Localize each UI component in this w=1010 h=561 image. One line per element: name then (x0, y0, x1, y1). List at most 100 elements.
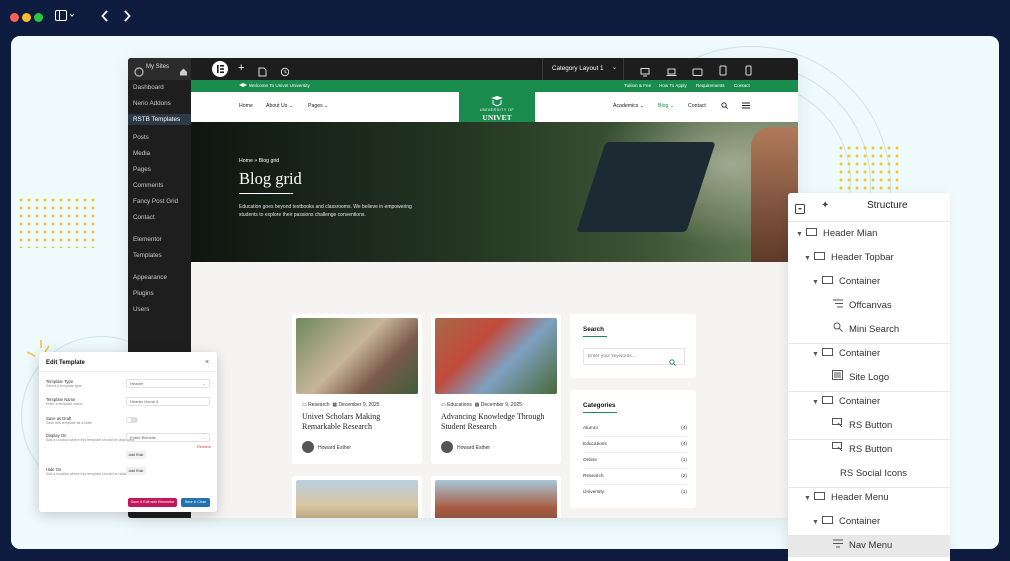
site-logo[interactable]: UNIVERSITY OF UNIVET (459, 80, 535, 122)
structure-item[interactable]: ▼ Container (812, 271, 880, 293)
save-edit-elementor-button[interactable]: Save & Edit with Elementor (128, 498, 177, 507)
add-rule-button[interactable]: Add Rule (126, 451, 146, 459)
sidebar-item-elementor[interactable]: Elementor (133, 236, 162, 243)
search-icon[interactable] (721, 102, 728, 111)
category-item[interactable]: Online (1) (583, 453, 687, 469)
forward-arrow-icon[interactable] (123, 10, 131, 25)
draft-toggle[interactable] (126, 417, 138, 423)
elementor-logo-icon[interactable] (212, 61, 228, 77)
breadcrumb-home[interactable]: Home (239, 158, 253, 164)
structure-item[interactable]: ▼ Header Topbar (804, 247, 894, 269)
display-on-select[interactable]: Entire Website ⌄ (126, 433, 210, 442)
nav-contact[interactable]: Contact (688, 103, 706, 109)
structure-item[interactable]: ▼ Container (812, 343, 880, 365)
maximize-window-button[interactable] (34, 13, 43, 22)
nav-about-us[interactable]: About Us ⌄ (266, 103, 293, 109)
topbar-link-tuition[interactable]: Tuition & Fee (624, 83, 651, 88)
post-card[interactable] (431, 476, 561, 518)
nav-blog[interactable]: Blog ⌄ (658, 103, 674, 109)
structure-item[interactable]: Offcanvas (832, 295, 892, 317)
caret-down-icon[interactable]: ▼ (804, 248, 814, 270)
sidebar-item-users[interactable]: Users (133, 306, 149, 313)
structure-item[interactable]: ▼ Header Mian (796, 223, 877, 245)
sidebar-toggle-icon[interactable] (55, 10, 75, 24)
nav-pages[interactable]: Pages ⌄ (308, 103, 329, 109)
structure-item[interactable]: Mini Search (832, 319, 899, 341)
structure-item[interactable]: RS Social Icons (832, 463, 907, 485)
sidebar-item-media[interactable]: Media (133, 150, 150, 157)
template-layout-dropdown[interactable]: Category Layout 1 ⌄ (542, 58, 624, 80)
button-icon (832, 415, 843, 437)
tablet-portrait-view-icon[interactable] (719, 63, 727, 81)
mobile-view-icon[interactable] (745, 63, 752, 81)
sidebar-item-nerio-addons[interactable]: Nerio Addons (133, 100, 171, 107)
caret-down-icon[interactable]: ▼ (812, 272, 822, 294)
post-category[interactable]: Educations (447, 402, 472, 408)
structure-item[interactable]: RS Button (832, 439, 892, 461)
post-author[interactable]: Howard Esther (457, 445, 490, 451)
topbar-link-apply[interactable]: How To Apply (659, 83, 687, 88)
minimize-window-button[interactable] (22, 13, 31, 22)
my-sites-bar[interactable]: My Sites (128, 58, 191, 80)
sidebar-item-contact[interactable]: Contact (133, 214, 155, 221)
add-element-icon[interactable]: + (238, 62, 244, 74)
sidebar-item-posts[interactable]: Posts (133, 134, 149, 141)
category-item[interactable]: Alumni (4) (583, 421, 687, 437)
sidebar-item-pages[interactable]: Pages (133, 166, 151, 173)
post-image[interactable] (296, 318, 418, 394)
structure-item[interactable]: Site Logo (832, 367, 889, 389)
hamburger-menu-icon[interactable] (742, 102, 750, 111)
sidebar-item-rstb-templates[interactable]: RSTB Templates (128, 114, 191, 125)
structure-item[interactable]: ▼ Container (812, 391, 880, 413)
nav-academics[interactable]: Academics ⌄ (613, 103, 644, 109)
category-item[interactable]: Educations (4) (583, 437, 687, 453)
category-name: Research (583, 474, 604, 479)
category-item[interactable]: University (1) (583, 485, 687, 501)
post-card[interactable] (292, 476, 422, 518)
caret-down-icon[interactable]: ▼ (796, 224, 806, 246)
close-icon[interactable]: × (205, 359, 209, 366)
post-author[interactable]: Howard Esther (318, 445, 351, 451)
add-hide-rule-button[interactable]: Add Rule (126, 467, 146, 475)
nav-home[interactable]: Home (239, 103, 253, 109)
post-card[interactable]: ▭ Educations ▦ December 9, 2025 Advancin… (431, 314, 561, 464)
template-name-input[interactable]: Header Home 4 (126, 397, 210, 406)
ai-sparkle-icon[interactable]: ✦ (821, 200, 829, 211)
container-icon (806, 223, 817, 245)
caret-down-icon[interactable]: ▼ (812, 512, 822, 534)
topbar-link-requirements[interactable]: Requirements (696, 83, 725, 88)
post-title[interactable]: Advancing Knowledge Through Student Resea… (441, 412, 544, 432)
categories-widget: Categories Alumni (4) Educations (4) Onlin… (570, 390, 696, 508)
search-icon[interactable] (669, 353, 676, 371)
nav-about-label: About Us (266, 103, 288, 109)
layout-label: Category Layout 1 (552, 65, 604, 72)
post-image[interactable] (296, 480, 418, 518)
sidebar-item-plugins[interactable]: Plugins (133, 290, 154, 297)
post-image[interactable] (435, 480, 557, 518)
remove-rule-link[interactable]: Remove (197, 445, 211, 449)
structure-item[interactable]: Nav Menu (788, 535, 950, 557)
post-card[interactable]: ▭ Research ▦ December 9, 2025 Univet Sch… (292, 314, 422, 464)
back-arrow-icon[interactable] (101, 10, 109, 25)
home-icon[interactable] (179, 63, 188, 81)
sidebar-item-appearance[interactable]: Appearance (133, 274, 167, 281)
sidebar-item-fancy-post-grid[interactable]: Fancy Post Grid (133, 198, 178, 205)
caret-down-icon[interactable]: ▼ (812, 344, 822, 366)
topbar-link-contact[interactable]: Contact (734, 83, 750, 88)
template-type-select[interactable]: Header ⌄ (126, 379, 210, 388)
structure-item[interactable]: ▼ Header Menu (804, 487, 889, 509)
sidebar-item-comments[interactable]: Comments (133, 182, 163, 189)
panel-collapse-icon[interactable] (795, 201, 805, 219)
caret-down-icon[interactable]: ▼ (804, 488, 814, 510)
caret-down-icon[interactable]: ▼ (812, 392, 822, 414)
structure-item[interactable]: RS Button (832, 415, 892, 437)
save-close-button[interactable]: Save & Close (181, 498, 210, 507)
close-window-button[interactable] (10, 13, 19, 22)
post-category[interactable]: Research (308, 402, 329, 408)
post-image[interactable] (435, 318, 557, 394)
structure-item[interactable]: ▼ Container (812, 511, 880, 533)
post-title[interactable]: Univet Scholars Making Remarkable Researc… (302, 412, 380, 432)
category-item[interactable]: Research (2) (583, 469, 687, 485)
sidebar-item-dashboard[interactable]: Dashboard (133, 84, 164, 91)
sidebar-item-templates[interactable]: Templates (133, 252, 162, 259)
